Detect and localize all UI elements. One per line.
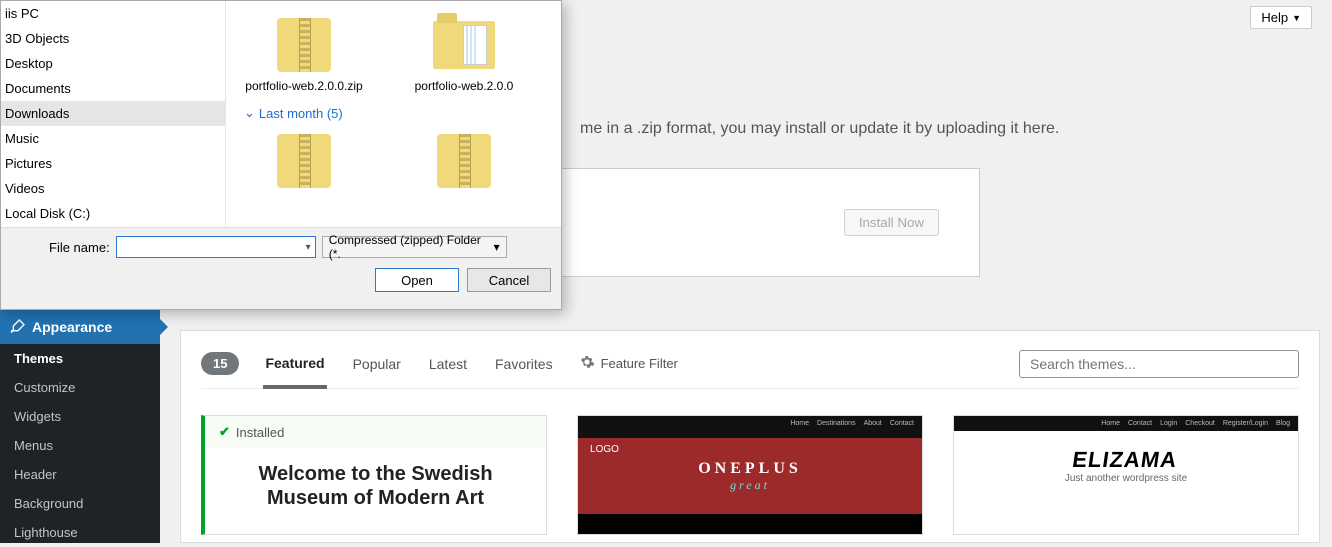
nav-pane[interactable]: iis PC 3D Objects Desktop Documents Down… [1,1,226,227]
file-open-dialog: iis PC 3D Objects Desktop Documents Down… [0,0,562,310]
appearance-submenu: Themes Customize Widgets Menus Header Ba… [0,310,160,547]
tab-popular[interactable]: Popular [351,350,403,378]
open-button[interactable]: Open [375,268,459,292]
dialog-body: iis PC 3D Objects Desktop Documents Down… [1,1,561,227]
theme1-title-l1: Welcome to the Swedish [258,463,492,485]
nav-music[interactable]: Music [1,126,225,151]
submenu-themes[interactable]: Themes [0,344,160,373]
theme1-title: Welcome to the Swedish Museum of Modern … [205,448,546,524]
submenu-header[interactable]: Header [0,460,160,489]
group-last-month[interactable]: ⌄ Last month (5) [244,105,551,121]
check-icon: ✔ [219,424,230,440]
theme-cards-row: ✔ Installed Welcome to the Swedish Museu… [201,415,1299,535]
sidebar-section-appearance[interactable]: Appearance [0,310,160,344]
theme2-topnav: HomeDestinationsAboutContact [578,416,922,438]
file-type-filter[interactable]: Compressed (zipped) Folder (*. ▾ [322,236,507,258]
theme3-topnav: HomeContactLoginCheckoutRegister/LoginBl… [954,416,1298,431]
theme3-brand: ELIZAMA [953,431,1299,473]
theme-card-3[interactable]: HomeContactLoginCheckoutRegister/LoginBl… [953,415,1299,535]
file-name-combo[interactable]: ▾ [116,236,316,258]
group-last-month-label: Last month (5) [259,106,343,121]
file-item-zip[interactable]: portfolio-web.2.0.0.zip [244,11,364,93]
file-list-pane[interactable]: portfolio-web.2.0.0.zip portfolio-web.2.… [226,1,561,227]
file-name-input[interactable] [121,240,291,255]
file-item-zip-3[interactable] [404,127,524,195]
nav-this-pc[interactable]: iis PC [1,1,225,26]
nav-local-disk[interactable]: Local Disk (C:) [1,201,225,226]
theme2-hero: ONEPLUS great [578,438,922,514]
nav-documents[interactable]: Documents [1,76,225,101]
submenu-widgets[interactable]: Widgets [0,402,160,431]
chevron-down-icon: ▼ [1292,13,1301,23]
submenu-background[interactable]: Background [0,489,160,518]
dialog-footer: File name: ▾ Compressed (zipped) Folder … [1,227,561,309]
cancel-button[interactable]: Cancel [467,268,551,292]
search-themes-wrap [1019,350,1299,378]
tab-featured[interactable]: Featured [263,349,326,389]
folder-icon [433,21,495,69]
feature-filter-button[interactable]: Feature Filter [579,354,678,373]
file-item-folder-name: portfolio-web.2.0.0 [404,79,524,93]
file-item-folder[interactable]: portfolio-web.2.0.0 [404,11,524,93]
themes-browser-panel: 15 Featured Popular Latest Favorites Fea… [180,330,1320,543]
wp-admin-sidebar: Appearance Themes Customize Widgets Menu… [0,310,160,543]
search-themes-input[interactable] [1019,350,1299,378]
nav-desktop[interactable]: Desktop [1,51,225,76]
zip-archive-icon [437,134,491,188]
theme-card-2[interactable]: HomeDestinationsAboutContact LOGO ONEPLU… [577,415,923,535]
installed-bar: ✔ Installed [205,416,546,448]
zip-archive-icon [277,18,331,72]
file-name-label: File name: [49,240,110,255]
install-now-button[interactable]: Install Now [844,209,939,236]
themes-filter-nav: 15 Featured Popular Latest Favorites Fea… [201,349,1299,389]
help-button[interactable]: Help ▼ [1250,6,1312,29]
file-item-zip-name: portfolio-web.2.0.0.zip [244,79,364,93]
nav-downloads[interactable]: Downloads [1,101,225,126]
submenu-menus[interactable]: Menus [0,431,160,460]
chevron-down-icon[interactable]: ▾ [494,240,500,254]
chevron-down-icon: ⌄ [244,105,255,121]
zip-archive-icon [277,134,331,188]
chevron-down-icon[interactable]: ▾ [306,242,311,253]
nav-pictures[interactable]: Pictures [1,151,225,176]
appearance-icon [10,318,26,337]
feature-filter-label: Feature Filter [601,356,678,371]
nav-videos[interactable]: Videos [1,176,225,201]
nav-3d-objects[interactable]: 3D Objects [1,26,225,51]
appearance-label: Appearance [32,319,112,335]
installed-label: Installed [236,425,284,440]
theme2-logo: LOGO [590,444,619,455]
file-item-zip-2[interactable] [244,127,364,195]
upload-hint-text: me in a .zip format, you may install or … [580,120,1312,138]
theme3-tagline: Just another wordpress site [954,473,1298,484]
theme-card-1[interactable]: ✔ Installed Welcome to the Swedish Museu… [201,415,547,535]
theme1-title-l2: Museum of Modern Art [267,487,484,509]
file-type-filter-label: Compressed (zipped) Folder (*. [329,233,494,261]
gear-icon [579,354,595,373]
theme2-hero-l2: great [730,478,770,493]
submenu-customize[interactable]: Customize [0,373,160,402]
themes-count-badge: 15 [201,352,239,375]
theme2-hero-l1: ONEPLUS [698,460,802,478]
help-label: Help [1261,10,1288,25]
tab-latest[interactable]: Latest [427,350,469,378]
tab-favorites[interactable]: Favorites [493,350,555,378]
